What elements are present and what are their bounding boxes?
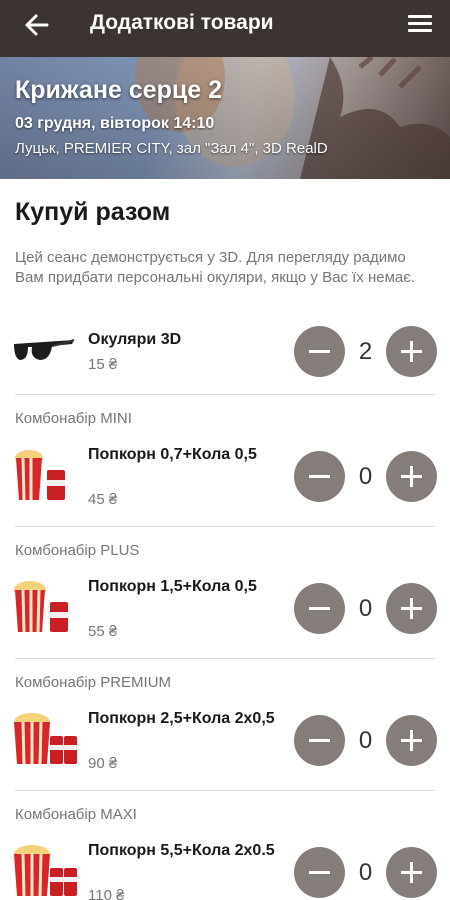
minus-icon [309, 350, 330, 353]
quantity-value: 0 [358, 859, 373, 886]
quantity-value: 2 [358, 338, 373, 365]
movie-banner: Крижане серце 2 03 грудня, вівторок 14:1… [0, 57, 450, 179]
3d-glasses-icon [14, 339, 75, 360]
increase-button[interactable] [386, 715, 437, 766]
product-item: Попкорн 0,7+Кола 0,5 45 ₴ 0 [0, 442, 450, 512]
menu-icon[interactable] [406, 12, 434, 38]
product-name: Окуляри 3D [88, 331, 182, 348]
back-arrow-icon[interactable] [22, 10, 52, 40]
minus-icon [309, 871, 330, 874]
decrease-button[interactable] [294, 847, 345, 898]
product-name: Попкорн 2,5+Кола 2х0,5 [88, 710, 275, 727]
divider [15, 394, 435, 395]
product-item: Попкорн 5,5+Кола 2х0.5 110 ₴ 0 [0, 838, 450, 900]
increase-button[interactable] [386, 326, 437, 377]
product-name: Попкорн 1,5+Кола 0,5 [88, 578, 257, 595]
increase-button[interactable] [386, 451, 437, 502]
section-title: Купуй разом [15, 198, 171, 226]
session-location: Луцьк, PREMIER CITY, зал "Зал 4", 3D Rea… [15, 140, 328, 157]
decrease-button[interactable] [294, 451, 345, 502]
movie-title: Крижане серце 2 [15, 76, 222, 104]
increase-button[interactable] [386, 583, 437, 634]
product-price: 45 ₴ [88, 491, 118, 508]
3d-notice-text: Цей сеанс демонструється у 3D. Для перег… [15, 249, 416, 286]
popcorn-cola-icon [14, 581, 68, 633]
decrease-button[interactable] [294, 715, 345, 766]
divider [15, 658, 435, 659]
quantity-value: 0 [358, 595, 373, 622]
decrease-button[interactable] [294, 583, 345, 634]
top-bar: Додаткові товари [0, 0, 450, 57]
product-price: 110 ₴ [88, 887, 125, 900]
combo-group-label: Комбонабір PREMIUM [15, 674, 172, 691]
session-datetime: 03 грудня, вівторок 14:10 [15, 115, 215, 132]
divider [15, 526, 435, 527]
page-title: Додаткові товари [90, 11, 274, 34]
increase-button[interactable] [386, 847, 437, 898]
product-name: Попкорн 0,7+Кола 0,5 [88, 446, 257, 463]
divider [15, 790, 435, 791]
product-price: 15 ₴ [88, 356, 118, 373]
popcorn-cola-icon [15, 450, 65, 501]
popcorn-two-colas-icon [14, 713, 77, 765]
quantity-value: 0 [358, 463, 373, 490]
combo-group-label: Комбонабір MINI [15, 410, 132, 427]
minus-icon [309, 607, 330, 610]
decrease-button[interactable] [294, 326, 345, 377]
minus-icon [309, 739, 330, 742]
product-price: 55 ₴ [88, 623, 118, 640]
product-item: Попкорн 2,5+Кола 2х0,5 90 ₴ 0 [0, 706, 450, 776]
minus-icon [309, 475, 330, 478]
product-item: Окуляри 3D 15 ₴ 2 [0, 326, 450, 386]
product-price: 90 ₴ [88, 755, 118, 772]
combo-group-label: Комбонабір MAXI [15, 806, 137, 823]
quantity-value: 0 [358, 727, 373, 754]
product-name: Попкорн 5,5+Кола 2х0.5 [88, 842, 275, 859]
combo-group-label: Комбонабір PLUS [15, 542, 140, 559]
popcorn-two-colas-icon [14, 845, 77, 897]
product-item: Попкорн 1,5+Кола 0,5 55 ₴ 0 [0, 574, 450, 644]
